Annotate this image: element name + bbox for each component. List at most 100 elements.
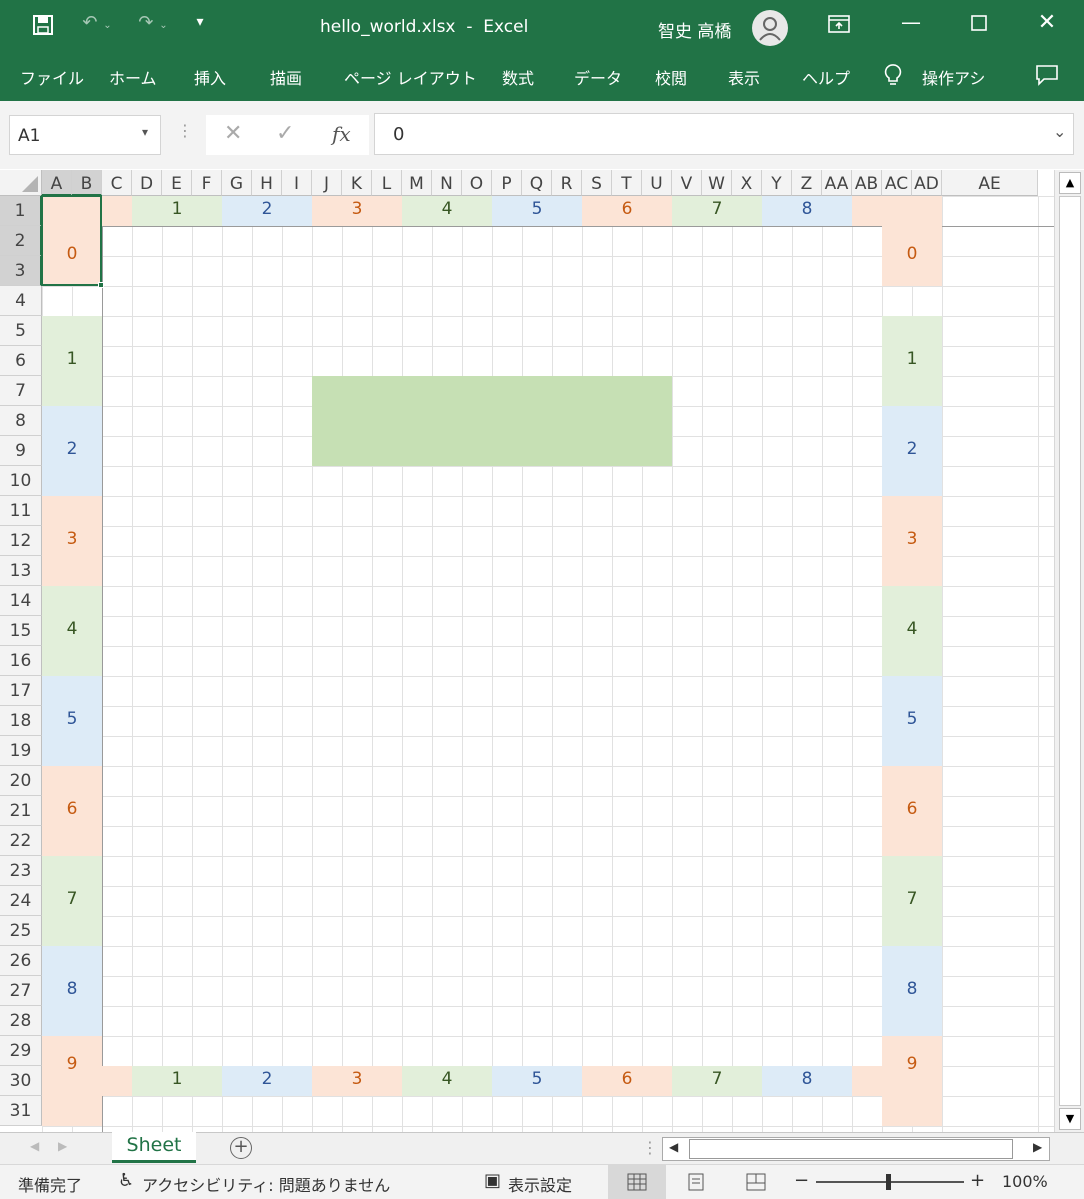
cancel-icon[interactable]: ✕ [224, 121, 242, 146]
column-header[interactable]: M [402, 170, 432, 196]
redo-icon[interactable]: ↷ ⌄ [130, 12, 176, 33]
avatar[interactable] [752, 10, 788, 46]
customize-qat-icon[interactable]: ▾ [190, 14, 210, 30]
column-header[interactable]: O [462, 170, 492, 196]
column-header[interactable]: Q [522, 170, 552, 196]
column-header[interactable]: P [492, 170, 522, 196]
user-name[interactable]: 智史 高橋 [658, 17, 731, 42]
tab-data[interactable]: データ [574, 65, 622, 89]
page-break-view-icon[interactable] [746, 1173, 766, 1195]
zoom-slider[interactable] [816, 1174, 964, 1190]
column-header[interactable]: X [732, 170, 762, 196]
tab-splitter-icon[interactable]: ⋮ [642, 1138, 658, 1157]
tab-insert[interactable]: 挿入 [194, 65, 226, 89]
scroll-left-icon[interactable]: ◀ [669, 1140, 678, 1154]
tab-file[interactable]: ファイル [20, 65, 84, 89]
enter-icon[interactable]: ✓ [276, 121, 294, 146]
close-icon[interactable]: ✕ [1032, 10, 1062, 35]
name-box[interactable]: A1 ▾ [9, 115, 161, 155]
row-header[interactable]: 26 [0, 946, 42, 976]
undo-icon[interactable]: ↶ ⌄ [74, 12, 120, 33]
row-header[interactable]: 2 [0, 226, 42, 256]
column-header[interactable]: T [612, 170, 642, 196]
tab-review[interactable]: 校閲 [655, 65, 687, 89]
save-icon[interactable] [28, 14, 58, 41]
row-header[interactable]: 14 [0, 586, 42, 616]
tell-me-box[interactable]: 操作アシ [922, 65, 998, 89]
scroll-right-icon[interactable]: ▶ [1033, 1140, 1042, 1154]
corner-fill-bottom-left[interactable] [102, 1066, 132, 1096]
column-header[interactable]: B [72, 170, 102, 196]
row-header[interactable]: 22 [0, 826, 42, 856]
row-header[interactable]: 10 [0, 466, 42, 496]
active-cell-selection[interactable] [41, 195, 104, 288]
row-header[interactable]: 23 [0, 856, 42, 886]
tab-help[interactable]: ヘルプ [802, 65, 850, 89]
scroll-thumb[interactable] [1059, 196, 1081, 1106]
prev-sheet-icon[interactable]: ◀ [30, 1139, 39, 1153]
row-header[interactable]: 29 [0, 1036, 42, 1066]
tab-formulas[interactable]: 数式 [502, 65, 534, 89]
scroll-up-icon[interactable]: ▲ [1059, 172, 1081, 194]
column-header[interactable]: E [162, 170, 192, 196]
row-header[interactable]: 21 [0, 796, 42, 826]
column-header[interactable]: U [642, 170, 672, 196]
zoom-out-icon[interactable]: − [794, 1170, 809, 1191]
column-header[interactable]: J [312, 170, 342, 196]
row-header[interactable]: 6 [0, 346, 42, 376]
column-header[interactable]: L [372, 170, 402, 196]
column-header[interactable]: W [702, 170, 732, 196]
horizontal-scroll-thumb[interactable] [689, 1139, 1013, 1159]
row-header[interactable]: 31 [0, 1096, 42, 1126]
row-header[interactable]: 25 [0, 916, 42, 946]
corner-fill-top-left[interactable] [102, 196, 132, 226]
row-header[interactable]: 28 [0, 1006, 42, 1036]
accessibility-status[interactable]: アクセシビリティ: 問題ありません [142, 1172, 390, 1196]
row-header[interactable]: 19 [0, 736, 42, 766]
column-header[interactable]: AB [852, 170, 882, 196]
column-header[interactable]: AE [942, 170, 1038, 196]
column-header[interactable]: G [222, 170, 252, 196]
center-block[interactable] [312, 376, 672, 466]
ribbon-display-options-icon[interactable] [824, 14, 854, 39]
row-header[interactable]: 1 [0, 196, 42, 226]
tab-draw[interactable]: 描画 [270, 65, 302, 89]
tab-view[interactable]: 表示 [728, 65, 760, 89]
comments-icon[interactable] [1034, 64, 1060, 91]
page-layout-view-icon[interactable] [686, 1173, 706, 1195]
splitter-handle-icon[interactable]: ⋮ [177, 121, 193, 140]
add-sheet-icon[interactable]: + [230, 1137, 252, 1159]
row-header[interactable]: 8 [0, 406, 42, 436]
row-header[interactable]: 4 [0, 286, 42, 316]
zoom-slider-thumb[interactable] [886, 1174, 891, 1190]
column-header[interactable]: A [42, 170, 72, 196]
column-header[interactable]: S [582, 170, 612, 196]
insert-function-icon[interactable]: fx [332, 122, 351, 146]
normal-view-button[interactable] [608, 1165, 666, 1199]
tab-page-layout[interactable]: ページ レイアウト [344, 65, 477, 89]
accessibility-icon[interactable]: ♿ [118, 1170, 134, 1191]
display-settings[interactable]: 表示設定 [508, 1172, 572, 1196]
row-header[interactable]: 20 [0, 766, 42, 796]
formula-input[interactable]: 0 ⌄ [374, 113, 1074, 155]
column-header[interactable]: C [102, 170, 132, 196]
row-header[interactable]: 9 [0, 436, 42, 466]
row-header[interactable]: 30 [0, 1066, 42, 1096]
lightbulb-icon[interactable] [882, 63, 904, 92]
worksheet-grid[interactable]: 112233445566778800112233445566778899 ABC… [0, 170, 1054, 1132]
tab-home[interactable]: ホーム [109, 65, 157, 89]
row-header[interactable]: 13 [0, 556, 42, 586]
expand-formula-icon[interactable]: ⌄ [1053, 122, 1066, 141]
row-header[interactable]: 27 [0, 976, 42, 1006]
column-header[interactable]: AA [822, 170, 852, 196]
column-header[interactable]: D [132, 170, 162, 196]
sheet-tab[interactable]: Sheet [112, 1132, 196, 1163]
column-header[interactable]: V [672, 170, 702, 196]
row-header[interactable]: 17 [0, 676, 42, 706]
minimize-icon[interactable]: — [896, 10, 926, 34]
zoom-in-icon[interactable]: + [970, 1170, 985, 1191]
row-header[interactable]: 24 [0, 886, 42, 916]
zoom-level[interactable]: 100% [1002, 1172, 1048, 1191]
column-header[interactable]: AC [882, 170, 912, 196]
next-sheet-icon[interactable]: ▶ [58, 1139, 67, 1153]
